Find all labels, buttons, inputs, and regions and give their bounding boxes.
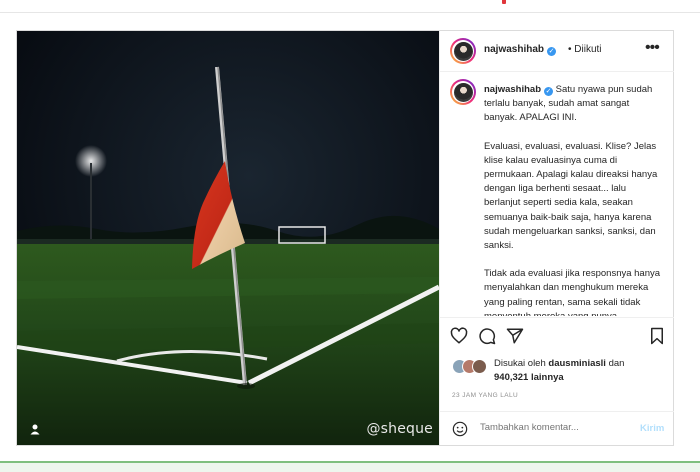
share-icon[interactable] [506,327,524,345]
caption-paragraph: Tidak ada evaluasi jika responsnya hanya… [484,268,661,316]
heart-icon[interactable] [450,327,468,345]
avatar[interactable] [472,359,487,374]
post-image[interactable]: @sheque [17,31,439,445]
post-comment-button[interactable]: Kirim [640,423,664,434]
comment-input[interactable] [480,422,630,433]
corner-flag-photo [17,31,439,445]
emoji-icon[interactable] [452,421,468,437]
caption-paragraph: Evaluasi, evaluasi, evaluasi. Klise? Jel… [484,140,658,252]
liker-username[interactable]: dausminiasli [548,358,606,369]
comment-icon[interactable] [478,327,496,345]
bookmark-icon[interactable] [648,327,666,345]
liker-avatars [452,359,494,374]
dot-separator: • [568,44,572,55]
page-top-strip [0,0,700,13]
instagram-post: @sheque najwashihab ✓ • Diikuti ••• najwa… [16,30,674,446]
verified-icon: ✓ [544,87,554,96]
following-button[interactable]: Diikuti [574,44,601,55]
post-timestamp[interactable]: 23 JAM YANG LALU [452,392,518,399]
caption-text: najwashihab ✓ Satu nyawa pun sudah terlal… [484,83,662,316]
likes-count[interactable]: 940,321 lainnya [494,372,564,383]
image-credit: @sheque [366,421,433,437]
caption-avatar[interactable] [450,79,476,105]
post-sidebar: najwashihab ✓ • Diikuti ••• najwashihab ✓ … [439,31,674,445]
avatar[interactable] [450,38,476,64]
comment-bar: Kirim [440,411,674,446]
verified-icon: ✓ [547,47,557,56]
caption-username[interactable]: najwashihab [484,84,541,95]
user-tag-icon[interactable] [29,423,41,435]
post-actions [440,317,674,358]
page-bottom-strip [0,461,700,472]
post-caption: najwashihab ✓ Satu nyawa pun sudah terlal… [440,71,674,316]
post-header: najwashihab ✓ • Diikuti ••• [440,31,674,72]
more-options-icon[interactable]: ••• [645,39,660,57]
username-link[interactable]: najwashihab [484,44,544,55]
